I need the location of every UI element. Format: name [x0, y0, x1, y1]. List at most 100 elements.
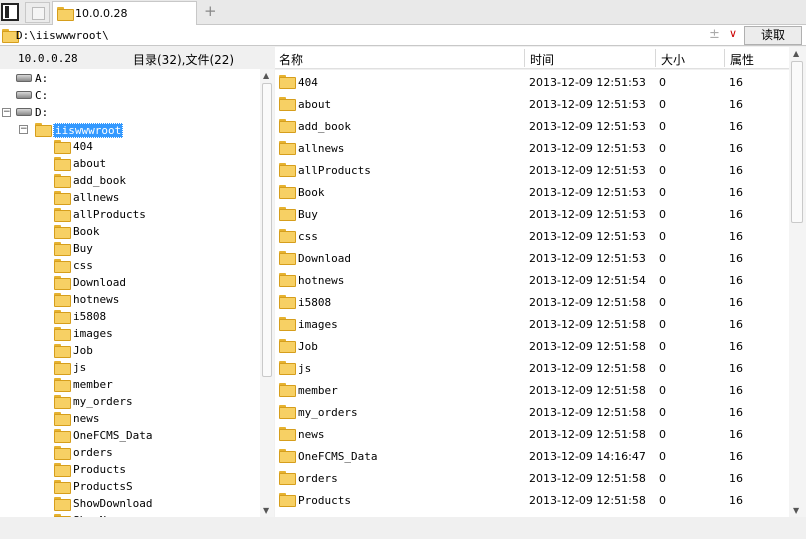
file-size: 0	[659, 428, 666, 441]
inactive-tab[interactable]	[25, 2, 50, 23]
file-row[interactable]: about 2013-12-09 12:51:53 0 16	[275, 92, 789, 114]
folder-icon	[35, 123, 52, 137]
scroll-up-icon[interactable]: ▲	[793, 49, 799, 58]
file-name: member	[298, 384, 338, 397]
file-row[interactable]: hotnews 2013-12-09 12:51:54 0 16	[275, 268, 789, 290]
collapse-icon[interactable]: −	[19, 125, 28, 134]
scroll-down-icon[interactable]: ▼	[793, 506, 799, 515]
file-size: 0	[659, 318, 666, 331]
folder-icon	[279, 471, 296, 485]
file-row[interactable]: js 2013-12-09 12:51:58 0 16	[275, 356, 789, 378]
file-row[interactable]: OneFCMS_Data 2013-12-09 14:16:47 0 16	[275, 444, 789, 466]
file-row[interactable]: Download 2013-12-09 12:51:53 0 16	[275, 246, 789, 268]
tree-label: i5808	[73, 310, 107, 323]
add-tab-button[interactable]: +	[204, 2, 217, 20]
file-time: 2013-12-09 12:51:53	[529, 208, 646, 221]
file-row[interactable]: member 2013-12-09 12:51:58 0 16	[275, 378, 789, 400]
column-attr[interactable]: 属性	[730, 51, 754, 68]
file-attr: 16	[729, 494, 743, 507]
file-time: 2013-12-09 12:51:53	[529, 230, 646, 243]
column-name[interactable]: 名称	[279, 51, 303, 68]
file-row[interactable]: Products 2013-12-09 12:51:58 0 16	[275, 488, 789, 510]
folder-icon	[279, 251, 296, 265]
file-time: 2013-12-09 12:51:58	[529, 406, 646, 419]
tree-label: OneFCMS_Data	[73, 429, 153, 442]
file-row[interactable]: news 2013-12-09 12:51:58 0 16	[275, 422, 789, 444]
folder-icon	[54, 191, 71, 205]
chevron-down-icon[interactable]: ∨	[729, 27, 737, 40]
file-name: add_book	[298, 120, 351, 133]
status-bar	[0, 517, 806, 539]
folder-icon	[54, 259, 71, 273]
column-divider[interactable]	[524, 49, 525, 67]
tree-label: images	[73, 327, 113, 340]
panel-toggle-icon[interactable]	[1, 3, 19, 21]
file-name: Products	[298, 494, 351, 507]
folder-icon	[54, 395, 71, 409]
tab-bar: 10.0.0.28 +	[0, 0, 806, 25]
file-name: Job	[298, 340, 318, 353]
folder-icon	[54, 429, 71, 443]
column-divider[interactable]	[724, 49, 725, 67]
file-size: 0	[659, 450, 666, 463]
file-row[interactable]: Book 2013-12-09 12:51:53 0 16	[275, 180, 789, 202]
tree-label: D:	[35, 106, 49, 119]
tab-active[interactable]: 10.0.0.28	[52, 1, 197, 25]
file-row[interactable]: allProducts 2013-12-09 12:51:53 0 16	[275, 158, 789, 180]
file-row[interactable]: my_orders 2013-12-09 12:51:58 0 16	[275, 400, 789, 422]
tree-label: Products	[73, 463, 126, 476]
scroll-up-icon[interactable]: ▲	[263, 71, 269, 80]
folder-icon	[279, 75, 296, 89]
file-time: 2013-12-09 12:51:53	[529, 252, 646, 265]
column-divider[interactable]	[655, 49, 656, 67]
file-name: i5808	[298, 296, 332, 309]
column-time[interactable]: 时间	[530, 51, 554, 68]
file-time: 2013-12-09 12:51:58	[529, 428, 646, 441]
file-row[interactable]: 404 2013-12-09 12:51:53 0 16	[275, 70, 789, 92]
folder-icon	[2, 29, 19, 43]
drive-icon	[16, 108, 32, 116]
file-attr: 16	[729, 340, 743, 353]
column-size[interactable]: 大小	[661, 51, 685, 68]
file-size: 0	[659, 142, 666, 155]
file-size: 0	[659, 362, 666, 375]
file-row[interactable]: Buy 2013-12-09 12:51:53 0 16	[275, 202, 789, 224]
scrollbar-thumb[interactable]	[262, 83, 272, 377]
host-label: 10.0.0.28	[18, 52, 78, 65]
folder-icon	[279, 207, 296, 221]
plus-minus-icon[interactable]: ±	[709, 27, 720, 42]
file-row[interactable]: images 2013-12-09 12:51:58 0 16	[275, 312, 789, 334]
folder-icon	[54, 412, 71, 426]
read-button[interactable]: 读取	[744, 26, 802, 45]
drive-icon	[16, 74, 32, 82]
tree-label: news	[73, 412, 100, 425]
file-size: 0	[659, 208, 666, 221]
file-name: allProducts	[298, 164, 371, 177]
folder-icon	[279, 427, 296, 441]
folder-icon	[54, 293, 71, 307]
file-size: 0	[659, 98, 666, 111]
folder-icon	[54, 310, 71, 324]
file-row[interactable]: add_book 2013-12-09 12:51:53 0 16	[275, 114, 789, 136]
tree-label: C:	[35, 89, 49, 102]
file-time: 2013-12-09 12:51:53	[529, 98, 646, 111]
scrollbar-thumb[interactable]	[791, 61, 803, 223]
file-row[interactable]: css 2013-12-09 12:51:53 0 16	[275, 224, 789, 246]
file-name: OneFCMS_Data	[298, 450, 378, 463]
folder-icon	[279, 141, 296, 155]
tree-label: Book	[73, 225, 100, 238]
file-row[interactable]: allnews 2013-12-09 12:51:53 0 16	[275, 136, 789, 158]
file-time: 2013-12-09 14:16:47	[529, 450, 646, 463]
file-size: 0	[659, 296, 666, 309]
collapse-icon[interactable]: −	[2, 108, 11, 117]
file-row[interactable]: Job 2013-12-09 12:51:58 0 16	[275, 334, 789, 356]
file-list-scrollbar[interactable]: ▲ ▼	[789, 47, 806, 517]
scroll-down-icon[interactable]: ▼	[263, 506, 269, 515]
file-row[interactable]: orders 2013-12-09 12:51:58 0 16	[275, 466, 789, 488]
tab-label: 10.0.0.28	[75, 7, 128, 20]
file-row[interactable]: i5808 2013-12-09 12:51:58 0 16	[275, 290, 789, 312]
tree-scrollbar[interactable]: ▲ ▼	[260, 69, 274, 517]
path-input[interactable]: D:\iiswwwroot\	[16, 29, 109, 42]
file-name: css	[298, 230, 318, 243]
folder-icon	[279, 317, 296, 331]
